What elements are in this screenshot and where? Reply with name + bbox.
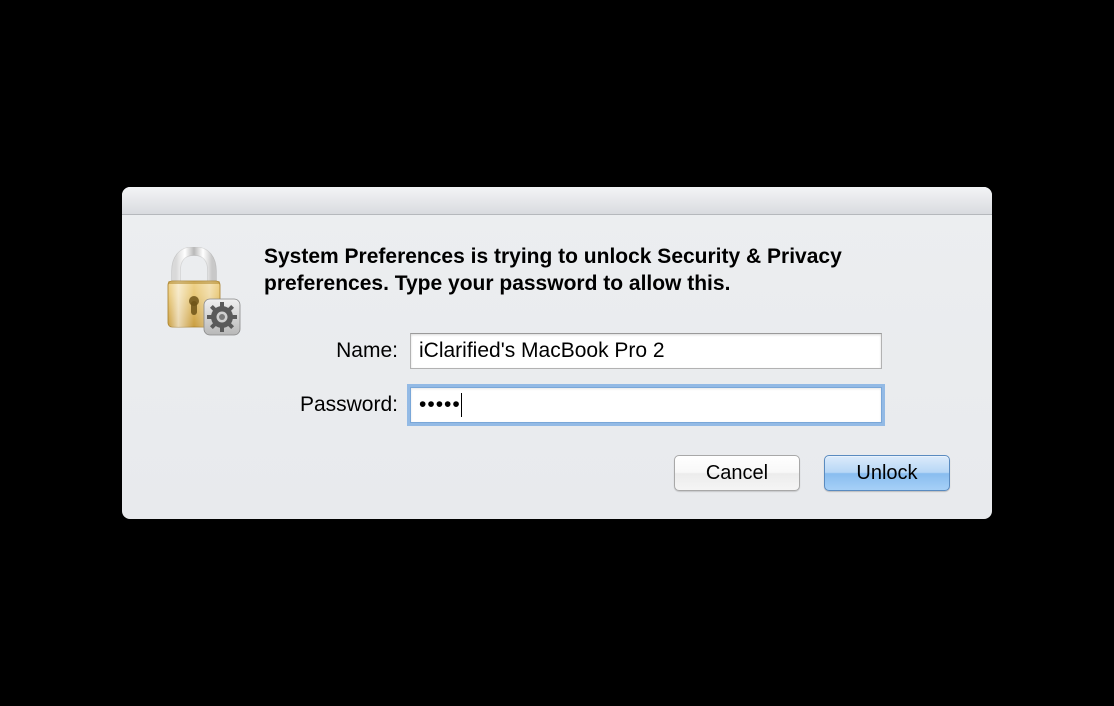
name-label: Name:: [264, 339, 410, 363]
dialog-body: System Preferences is trying to unlock S…: [264, 243, 962, 492]
password-input[interactable]: •••••: [410, 387, 882, 423]
button-row: Cancel Unlock: [264, 455, 962, 491]
password-label: Password:: [264, 393, 410, 417]
gear-icon: [202, 297, 242, 337]
dialog-content: System Preferences is trying to unlock S…: [122, 215, 992, 520]
unlock-button[interactable]: Unlock: [824, 455, 950, 491]
password-masked-value: •••••: [419, 393, 461, 417]
dialog-message: System Preferences is trying to unlock S…: [264, 243, 962, 298]
dialog-titlebar: [122, 187, 992, 215]
cancel-button[interactable]: Cancel: [674, 455, 800, 491]
name-input[interactable]: [410, 333, 882, 369]
name-row: Name:: [264, 333, 962, 369]
dialog-icon: [152, 247, 236, 331]
password-row: Password: •••••: [264, 387, 962, 423]
text-cursor: [461, 393, 462, 417]
auth-dialog: System Preferences is trying to unlock S…: [122, 187, 992, 520]
